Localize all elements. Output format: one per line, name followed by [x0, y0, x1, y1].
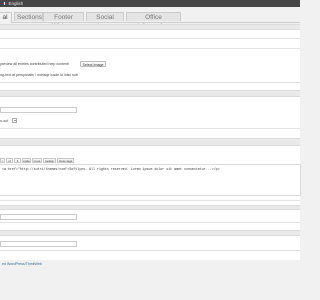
divider	[0, 222, 300, 223]
field-note: ng-text at perspiciatis / nobisqe iusde …	[0, 73, 78, 77]
chevron-down-icon	[13, 120, 16, 122]
divider	[0, 82, 300, 83]
quicktag-lookup-button[interactable]: lookup	[43, 158, 56, 163]
quicktag-close-tags-button[interactable]: close tags	[57, 158, 74, 163]
language-switcher[interactable]: English	[9, 1, 24, 6]
quicktag-code-button[interactable]: code	[22, 158, 31, 163]
quicktag-italic-button[interactable]: i	[0, 158, 5, 163]
editor-content: <a href="http://sutri/themes/com">Softly…	[2, 166, 220, 171]
text-input-tertiary[interactable]	[0, 241, 77, 247]
dropdown-select[interactable]	[12, 118, 17, 123]
quicktags-toolbar: i ul li code more lookup close tags	[0, 158, 80, 163]
quicktag-ul-button[interactable]: ul	[6, 158, 13, 163]
quicktag-more-button[interactable]: more	[32, 158, 42, 163]
section-header	[0, 24, 300, 30]
tab-general[interactable]: al	[0, 12, 12, 23]
wordpress-credit-link[interactable]: ed WordPress/ThinkWeb	[2, 262, 42, 266]
tab-social-icons[interactable]: Social icons	[86, 12, 124, 30]
tab-footer-widgets[interactable]: Footer Widgets	[43, 12, 84, 30]
quicktag-li-button[interactable]: li	[14, 158, 21, 163]
divider	[0, 128, 300, 129]
section-header	[0, 138, 300, 146]
section-header	[0, 230, 300, 236]
text-input[interactable]	[0, 107, 77, 113]
footer-text-editor[interactable]: <a href="http://sutri/themes/com">Softly…	[0, 164, 301, 196]
section-header	[0, 90, 300, 97]
divider	[0, 48, 300, 49]
divider	[0, 250, 300, 251]
divider	[0, 200, 300, 201]
uk-flag-icon	[2, 1, 7, 5]
admin-footer: ed WordPress/ThinkWeb	[2, 262, 42, 266]
select-label: n-out	[0, 119, 9, 123]
select-image-button[interactable]: Select Image	[80, 61, 106, 67]
tab-sections[interactable]: Sections	[14, 12, 43, 21]
tab-bar: al Sections Footer Widgets Social icons …	[0, 12, 300, 30]
tab-office-information[interactable]: Office Information	[126, 12, 181, 30]
logo-description: preview all entries contributed help con…	[0, 62, 70, 66]
section-header	[0, 205, 300, 210]
text-input-secondary[interactable]	[0, 214, 77, 220]
divider	[0, 38, 300, 39]
admin-bar: English	[0, 0, 300, 7]
